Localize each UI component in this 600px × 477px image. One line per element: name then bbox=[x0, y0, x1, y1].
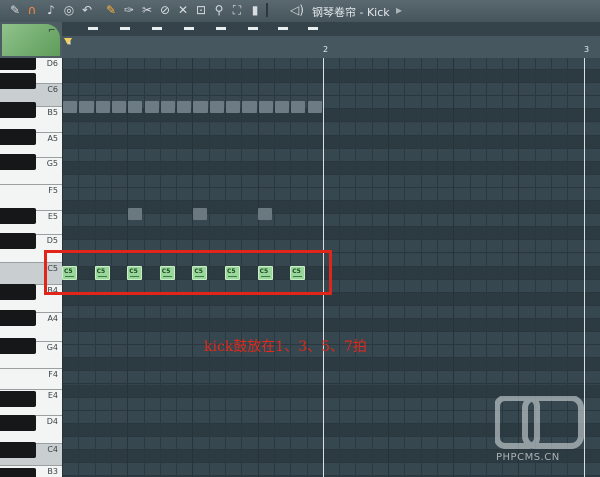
watermark-text: PHPCMS.CN bbox=[496, 452, 560, 463]
pattern-dash bbox=[152, 27, 162, 30]
ghost-note bbox=[291, 101, 306, 113]
piano-roll-toolbar: ✎ ∩ ♪ ◎ ↶ ✎ ✑ ✂ ⊘ ✕ ⊡ ⚲ ⛶ ▮ ◁) 钢琴卷帘 - Ki… bbox=[0, 0, 600, 23]
piano-key-label: F4 bbox=[48, 370, 58, 379]
undo-icon[interactable]: ↶ bbox=[80, 3, 94, 17]
piano-key-label: A4 bbox=[47, 314, 58, 323]
ghost-note bbox=[258, 208, 272, 220]
pattern-dash bbox=[216, 27, 226, 30]
pattern-dash bbox=[278, 27, 288, 30]
bar-number: 2 bbox=[323, 45, 329, 54]
magnet-icon[interactable]: ∩ bbox=[25, 3, 39, 17]
brush-icon[interactable]: ✑ bbox=[122, 3, 136, 17]
piano-key-label: A5 bbox=[47, 134, 58, 143]
piano-key-f4[interactable]: F4 bbox=[0, 369, 62, 390]
piano-black-key[interactable] bbox=[0, 310, 36, 326]
timeline-header[interactable]: ◂ 2 3 bbox=[62, 22, 600, 58]
piano-roll-title: 钢琴卷帘 - Kick bbox=[312, 6, 390, 19]
highlight-box bbox=[44, 250, 332, 295]
ghost-note bbox=[209, 101, 224, 113]
piano-black-key[interactable] bbox=[0, 208, 36, 224]
volume-icon[interactable]: ▮ bbox=[248, 3, 262, 17]
ghost-note bbox=[274, 101, 290, 113]
ghost-note bbox=[128, 208, 142, 220]
piano-black-key[interactable] bbox=[0, 129, 36, 145]
ghost-note bbox=[177, 101, 192, 113]
ghost-note bbox=[79, 101, 94, 113]
piano-black-key[interactable] bbox=[0, 284, 36, 300]
pattern-strip bbox=[62, 22, 600, 36]
mute-icon[interactable]: ✕ bbox=[176, 3, 190, 17]
title-arrow-icon[interactable]: ▸ bbox=[392, 3, 406, 17]
ghost-note bbox=[226, 101, 241, 113]
piano-key-label: D6 bbox=[46, 59, 58, 68]
corner-arrow-icon: ⌐ bbox=[48, 26, 56, 36]
pattern-dash bbox=[120, 27, 130, 30]
grid-line bbox=[339, 58, 341, 477]
piano-black-key[interactable] bbox=[0, 415, 36, 431]
grid-line bbox=[485, 58, 487, 477]
ghost-note bbox=[242, 101, 257, 113]
grid-line bbox=[388, 58, 389, 477]
piano-key-label: G5 bbox=[46, 159, 58, 168]
piano-key-label: D4 bbox=[46, 417, 58, 426]
ghost-note bbox=[160, 101, 176, 113]
time-ruler[interactable]: ◂ bbox=[62, 36, 600, 58]
zoom-icon[interactable]: ⚲ bbox=[212, 3, 226, 17]
delete-icon[interactable]: ⊘ bbox=[158, 3, 172, 17]
piano-key-label: F5 bbox=[48, 186, 58, 195]
pencil-icon[interactable]: ✎ bbox=[104, 3, 118, 17]
grid-line bbox=[453, 58, 455, 477]
piano-key-label: B3 bbox=[47, 467, 58, 476]
ghost-note bbox=[307, 101, 322, 113]
ghost-note bbox=[193, 208, 207, 220]
pattern-dash bbox=[88, 27, 98, 30]
piano-black-key[interactable] bbox=[0, 58, 36, 70]
piano-key-label: B5 bbox=[47, 108, 58, 117]
ghost-note bbox=[258, 101, 273, 113]
piano-key-label: E5 bbox=[47, 212, 58, 221]
grid-line bbox=[371, 58, 373, 477]
piano-black-key[interactable] bbox=[0, 73, 36, 89]
ghost-note bbox=[95, 101, 110, 113]
bar-number: 3 bbox=[584, 45, 590, 54]
ghost-note bbox=[193, 101, 208, 113]
fullscreen-icon[interactable]: ⛶ bbox=[230, 3, 244, 17]
piano-key-label: G4 bbox=[46, 343, 58, 352]
piano-black-key[interactable] bbox=[0, 391, 36, 407]
pattern-dash bbox=[308, 27, 318, 30]
piano-black-key[interactable] bbox=[0, 468, 36, 477]
target-control-corner[interactable]: ⌐ bbox=[0, 22, 62, 58]
piano-black-key[interactable] bbox=[0, 233, 36, 249]
slice-icon[interactable]: ✂ bbox=[140, 3, 154, 17]
grid-line bbox=[355, 58, 357, 477]
grid-line bbox=[420, 58, 422, 477]
ghost-note bbox=[128, 101, 143, 113]
grid-line bbox=[404, 58, 406, 477]
grid-line bbox=[436, 58, 438, 477]
toolbar-divider bbox=[266, 3, 268, 17]
piano-black-key[interactable] bbox=[0, 442, 36, 458]
ghost-note bbox=[144, 101, 159, 113]
piano-key-label: D5 bbox=[46, 236, 58, 245]
piano-key-label: E4 bbox=[47, 391, 58, 400]
select-icon[interactable]: ⊡ bbox=[194, 3, 208, 17]
target-icon[interactable]: ◎ bbox=[62, 3, 76, 17]
pattern-dash bbox=[184, 27, 194, 30]
wrench-icon[interactable]: ✎ bbox=[8, 3, 22, 17]
piano-black-key[interactable] bbox=[0, 154, 36, 170]
playhead-marker[interactable] bbox=[64, 38, 72, 45]
piano-key-label: C4 bbox=[47, 445, 58, 454]
speaker-icon[interactable]: ◁) bbox=[290, 3, 304, 17]
piano-black-key[interactable] bbox=[0, 102, 36, 118]
pattern-dash bbox=[248, 27, 258, 30]
watermark-logo bbox=[495, 396, 584, 449]
piano-key-label: C6 bbox=[47, 85, 58, 94]
piano-black-key[interactable] bbox=[0, 338, 36, 354]
ghost-note bbox=[111, 101, 127, 113]
note-icon[interactable]: ♪ bbox=[44, 3, 58, 17]
ghost-note bbox=[63, 101, 78, 113]
grid-line bbox=[469, 58, 471, 477]
annotation-text: kick鼓放在1、3、5、7拍 bbox=[204, 339, 367, 355]
